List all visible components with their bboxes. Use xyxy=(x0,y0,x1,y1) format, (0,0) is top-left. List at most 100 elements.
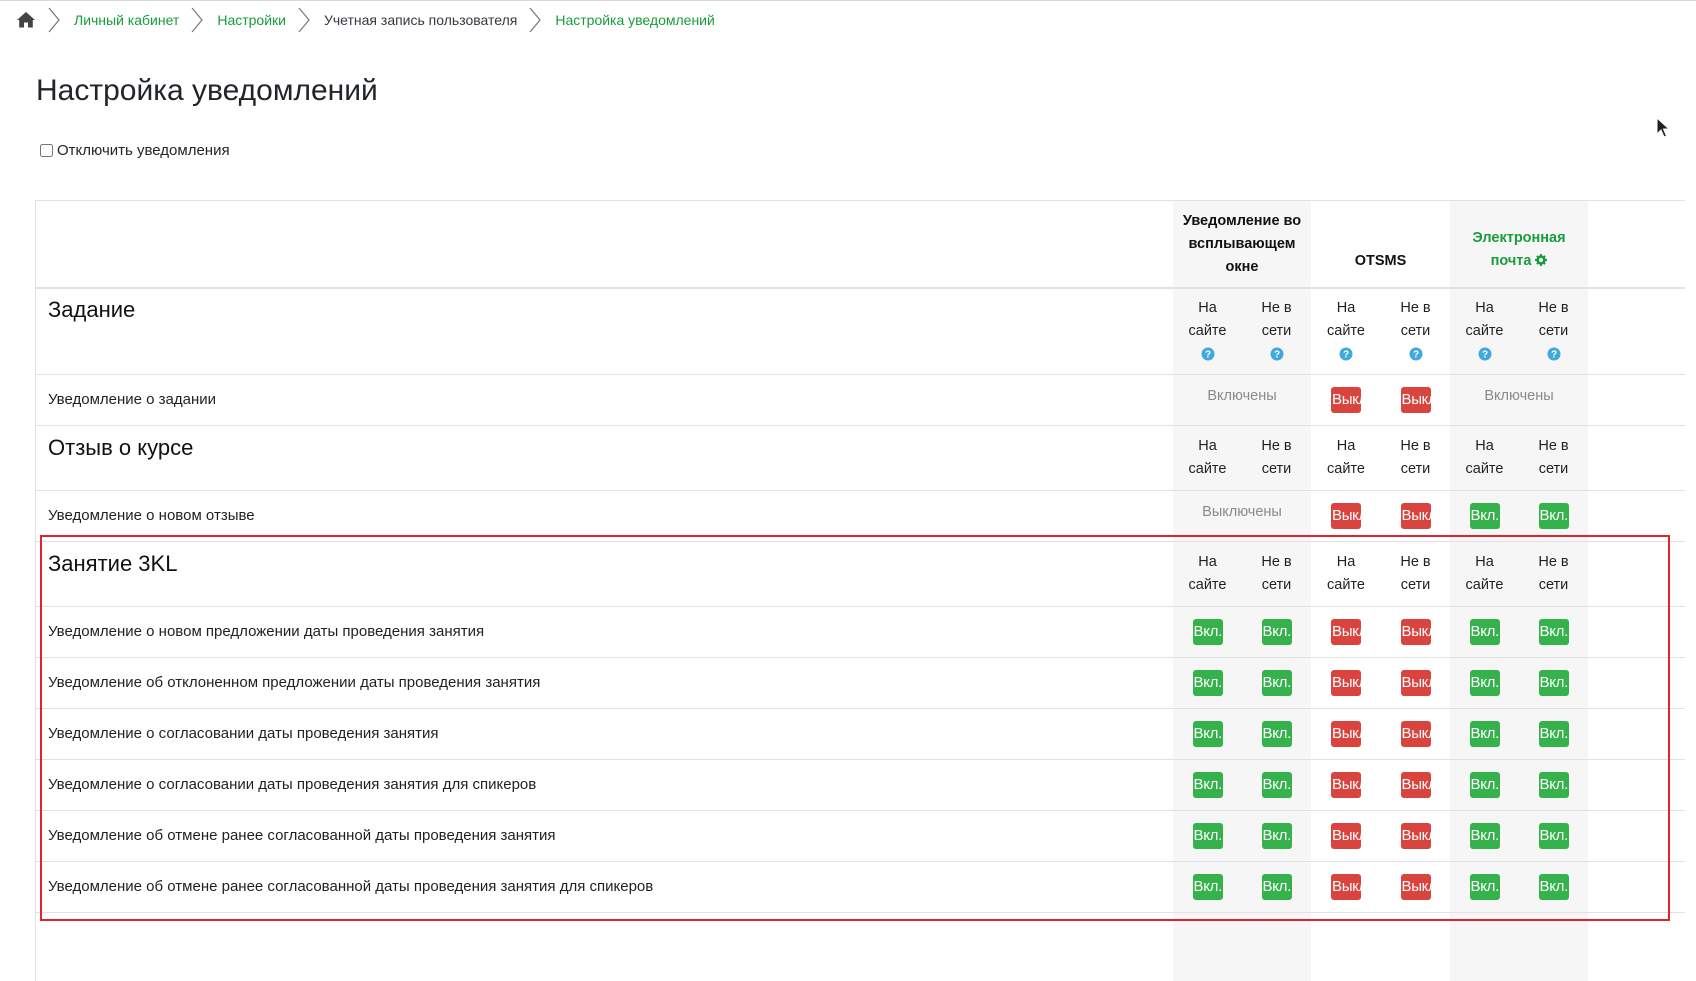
toggle-on-button[interactable]: Вкл. xyxy=(1469,873,1500,900)
email-toggle-cell: Вкл. xyxy=(1450,861,1519,912)
otsms-toggle-cell: Выкл. xyxy=(1381,490,1450,541)
toggle-on-button[interactable]: Вкл. xyxy=(1192,822,1223,849)
toggle-off-button[interactable]: Выкл. xyxy=(1331,771,1361,798)
toggle-off-button[interactable]: Выкл. xyxy=(1400,502,1431,529)
home-icon[interactable] xyxy=(16,10,36,30)
svg-text:?: ? xyxy=(1550,350,1556,361)
toggle-on-button[interactable]: Вкл. xyxy=(1261,873,1292,900)
subheader-otsms-online: На сайте? xyxy=(1311,287,1381,374)
toggle-off-button[interactable]: Выкл. xyxy=(1331,873,1361,900)
toggle-off-button[interactable]: Выкл. xyxy=(1331,386,1361,413)
toggle-off-button[interactable]: Выкл. xyxy=(1400,386,1431,413)
otsms-toggle-cell: Выкл. xyxy=(1311,759,1381,810)
otsms-toggle-cell: Выкл. xyxy=(1311,861,1381,912)
subheader-label: Не в сети xyxy=(1261,438,1292,477)
page-title: Настройка уведомлений xyxy=(36,74,378,107)
subheader-popup-offline: Не в сети xyxy=(1242,425,1311,490)
email-toggle-cell: Вкл. xyxy=(1519,490,1588,541)
toggle-on-button[interactable]: Вкл. xyxy=(1261,720,1292,747)
toggle-on-button[interactable]: Вкл. xyxy=(1192,873,1223,900)
toggle-off-button[interactable]: Выкл. xyxy=(1400,720,1431,747)
toggle-on-button[interactable]: Вкл. xyxy=(1538,822,1569,849)
toggle-on-button[interactable]: Вкл. xyxy=(1192,771,1223,798)
toggle-on-button[interactable]: Вкл. xyxy=(1538,669,1569,696)
toggle-off-button[interactable]: Выкл. xyxy=(1331,822,1361,849)
otsms-toggle-cell: Выкл. xyxy=(1381,606,1450,657)
toggle-on-button[interactable]: Вкл. xyxy=(1469,720,1500,747)
toggle-on-button[interactable]: Вкл. xyxy=(1538,502,1569,529)
toggle-on-button[interactable]: Вкл. xyxy=(1469,618,1500,645)
toggle-on-button[interactable]: Вкл. xyxy=(1538,618,1569,645)
toggle-off-button[interactable]: Выкл. xyxy=(1331,618,1361,645)
disable-notifications-toggle[interactable]: Отключить уведомления xyxy=(40,142,230,159)
otsms-toggle-cell: Выкл. xyxy=(1381,374,1450,425)
subheader-label: На сайте xyxy=(1188,554,1227,593)
popup-toggle-cell: Вкл. xyxy=(1242,810,1311,861)
disable-notifications-checkbox[interactable] xyxy=(40,144,53,157)
question-circle-icon[interactable]: ? xyxy=(1270,347,1284,361)
toggle-on-button[interactable]: Вкл. xyxy=(1261,822,1292,849)
toggle-off-button[interactable]: Выкл. xyxy=(1331,720,1361,747)
email-toggle-cell: Вкл. xyxy=(1519,810,1588,861)
popup-toggle-cell: Вкл. xyxy=(1173,708,1242,759)
toggle-off-button[interactable]: Выкл. xyxy=(1331,669,1361,696)
toggle-on-button[interactable]: Вкл. xyxy=(1261,669,1292,696)
question-circle-icon[interactable]: ? xyxy=(1478,347,1492,361)
toggle-on-button[interactable]: Вкл. xyxy=(1538,720,1569,747)
otsms-toggle-cell: Выкл. xyxy=(1381,708,1450,759)
popup-toggle-cell: Вкл. xyxy=(1242,861,1311,912)
subheader-label: Не в сети xyxy=(1261,300,1292,339)
notification-label: Уведомление о согласовании даты проведен… xyxy=(48,725,439,742)
toggle-off-button[interactable]: Выкл. xyxy=(1400,873,1431,900)
table-row: Уведомление об отклоненном предложении д… xyxy=(36,657,1685,709)
toggle-on-button[interactable]: Вкл. xyxy=(1192,720,1223,747)
email-toggle-cell: Вкл. xyxy=(1450,657,1519,708)
subheader-label: На сайте xyxy=(1465,438,1504,477)
toggle-off-button[interactable]: Выкл. xyxy=(1331,502,1361,529)
email-toggle-cell: Вкл. xyxy=(1450,606,1519,657)
breadcrumb-item-notification-settings[interactable]: Настройка уведомлений xyxy=(555,12,714,28)
popup-toggle-cell: Вкл. xyxy=(1242,657,1311,708)
toggle-off-button[interactable]: Выкл. xyxy=(1400,618,1431,645)
column-header-email: Электронная почта xyxy=(1450,201,1588,287)
email-settings-link[interactable]: Электронная почта xyxy=(1472,230,1565,269)
subheader-label: На сайте xyxy=(1327,554,1365,593)
popup-toggle-cell: Вкл. xyxy=(1173,810,1242,861)
toggle-off-button[interactable]: Выкл. xyxy=(1400,771,1431,798)
question-circle-icon[interactable]: ? xyxy=(1339,347,1353,361)
toggle-on-button[interactable]: Вкл. xyxy=(1192,618,1223,645)
section-header-row: Занятие 3KL На сайте Не в сети На сайте Не в… xyxy=(36,541,1685,607)
subheader-popup-offline: Не в сети? xyxy=(1242,287,1311,374)
question-circle-icon[interactable]: ? xyxy=(1547,347,1561,361)
gear-icon[interactable] xyxy=(1535,254,1548,266)
subheader-popup-online: На сайте? xyxy=(1173,287,1242,374)
breadcrumb-item-settings[interactable]: Настройки xyxy=(217,12,286,28)
breadcrumb-separator-icon xyxy=(191,7,204,33)
breadcrumb-item-personal-cabinet[interactable]: Личный кабинет xyxy=(74,12,179,28)
toggle-on-button[interactable]: Вкл. xyxy=(1538,771,1569,798)
toggle-on-button[interactable]: Вкл. xyxy=(1261,618,1292,645)
toggle-on-button[interactable]: Вкл. xyxy=(1538,873,1569,900)
subheader-label: Не в сети xyxy=(1400,554,1431,593)
toggle-on-button[interactable]: Вкл. xyxy=(1261,771,1292,798)
toggle-on-button[interactable]: Вкл. xyxy=(1192,669,1223,696)
breadcrumb: Личный кабинет Настройки Учетная запись … xyxy=(16,7,715,33)
toggle-off-button[interactable]: Выкл. xyxy=(1400,669,1431,696)
table-header-row: Уведомление во всплывающем окне OTSMS Эл… xyxy=(36,201,1685,289)
toggle-on-button[interactable]: Вкл. xyxy=(1469,669,1500,696)
breadcrumb-separator-icon xyxy=(529,7,542,33)
toggle-on-button[interactable]: Вкл. xyxy=(1469,822,1500,849)
toggle-on-button[interactable]: Вкл. xyxy=(1469,502,1500,529)
question-circle-icon[interactable]: ? xyxy=(1201,347,1215,361)
otsms-toggle-cell: Выкл. xyxy=(1311,374,1381,425)
subheader-label: На сайте xyxy=(1188,438,1227,477)
otsms-toggle-cell: Выкл. xyxy=(1381,657,1450,708)
toggle-off-button[interactable]: Выкл. xyxy=(1400,822,1431,849)
toggle-on-button[interactable]: Вкл. xyxy=(1469,771,1500,798)
popup-toggle-cell: Вкл. xyxy=(1242,708,1311,759)
column-header-popup: Уведомление во всплывающем окне xyxy=(1182,212,1302,275)
subheader-label: На сайте xyxy=(1465,554,1504,593)
subheader-email-offline: Не в сети xyxy=(1519,541,1588,606)
question-circle-icon[interactable]: ? xyxy=(1409,347,1423,361)
section-title: Отзыв о курсе xyxy=(48,435,194,460)
